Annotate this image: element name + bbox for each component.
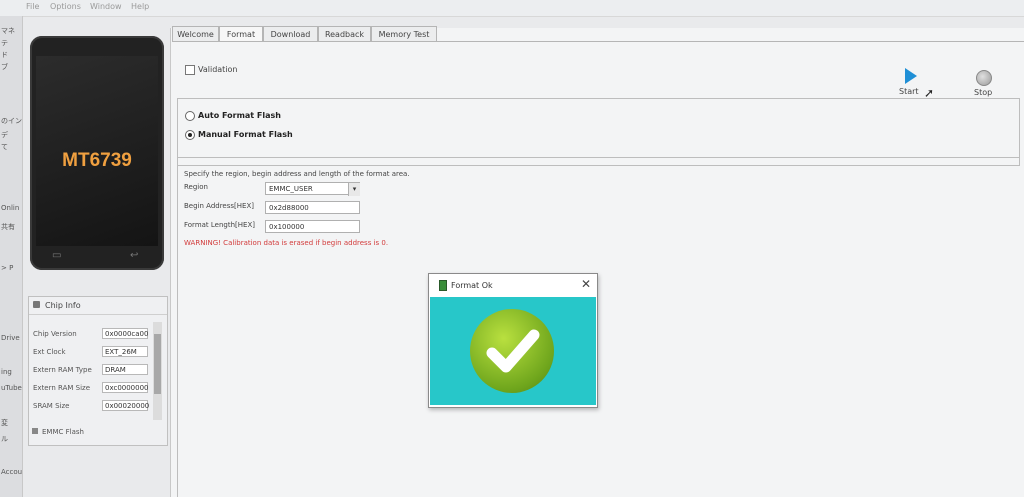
play-icon	[905, 68, 917, 84]
stop-icon[interactable]	[976, 70, 992, 86]
strip-label: ル	[1, 435, 8, 443]
begin-address-input[interactable]: 0x2d88000	[265, 201, 360, 214]
ext-clock-label: Ext Clock	[33, 348, 66, 356]
strip-label: て	[1, 143, 8, 151]
start-label: Start	[899, 87, 919, 96]
sram-size-value: 0x00020000	[102, 400, 149, 411]
auto-format-radio[interactable]	[185, 111, 195, 121]
menu-window[interactable]: Window	[90, 2, 122, 11]
tab-memory-test[interactable]: Memory Test	[371, 26, 437, 41]
strip-label: マネ	[1, 27, 15, 35]
close-icon[interactable]: ✕	[581, 277, 591, 291]
chip-version-value: 0x0000ca00	[102, 328, 148, 339]
tab-welcome[interactable]: Welcome	[172, 26, 219, 41]
strip-label: 共有	[1, 223, 15, 231]
ram-type-label: Extern RAM Type	[33, 366, 92, 374]
validation-checkbox[interactable]	[185, 65, 195, 75]
menu-bar: File Options Window Help	[0, 0, 1024, 17]
dialog-body	[430, 297, 596, 405]
format-options-group	[177, 98, 1020, 166]
format-length-input[interactable]: 0x100000	[265, 220, 360, 233]
auto-format-label: Auto Format Flash	[198, 111, 281, 120]
ram-size-label: Extern RAM Size	[33, 384, 91, 392]
menu-file[interactable]: File	[26, 2, 39, 11]
strip-label: 変	[1, 419, 8, 427]
background-window-strip: マネ テ ド ブ のイン デ て Onlin 共有 > P Drive ing …	[0, 16, 23, 497]
manual-format-label: Manual Format Flash	[198, 130, 293, 139]
chip-info-title: Chip Info	[45, 301, 81, 310]
tab-format[interactable]: Format	[219, 26, 263, 42]
ext-clock-value: EXT_26M	[102, 346, 148, 357]
success-check-icon	[470, 309, 554, 393]
dialog-titlebar[interactable]: Format Ok ✕	[429, 274, 597, 296]
strip-label: ing	[1, 368, 12, 376]
nav-back-icon: ↩	[130, 250, 139, 261]
chevron-down-icon[interactable]: ▾	[348, 183, 360, 196]
menu-help[interactable]: Help	[131, 2, 149, 11]
strip-label: ブ	[1, 63, 8, 71]
device-image: MT6739 ▭ ↩	[30, 36, 164, 270]
chip-icon	[33, 301, 40, 308]
checkmark-icon	[486, 329, 540, 373]
device-model: MT6739	[62, 150, 132, 171]
battery-icon	[439, 280, 447, 291]
stop-label: Stop	[974, 88, 993, 97]
calibration-warning: WARNING! Calibration data is erased if b…	[184, 239, 389, 247]
format-ok-dialog: Format Ok ✕	[428, 273, 598, 408]
scrollbar-thumb[interactable]	[154, 334, 161, 394]
strip-label: テ	[1, 39, 8, 47]
strip-label: uTube	[1, 384, 22, 392]
chip-info-header[interactable]: Chip Info	[29, 297, 167, 315]
chip-info-scrollbar[interactable]	[153, 322, 162, 420]
region-description: Specify the region, begin address and le…	[184, 170, 410, 178]
region-select[interactable]: EMMC_USER	[265, 182, 360, 195]
validation-label: Validation	[198, 65, 238, 74]
tab-readback[interactable]: Readback	[318, 26, 371, 41]
strip-label: デ	[1, 131, 8, 139]
strip-label: ド	[1, 51, 8, 59]
manual-format-radio[interactable]	[185, 130, 195, 140]
ram-type-value: DRAM	[102, 364, 148, 375]
chip-version-label: Chip Version	[33, 330, 77, 338]
flash-icon	[32, 428, 38, 434]
tab-divider	[172, 41, 1024, 42]
tab-download[interactable]: Download	[263, 26, 318, 41]
strip-label: > P	[1, 264, 14, 272]
format-length-label: Format Length[HEX]	[184, 221, 255, 229]
dialog-title: Format Ok	[451, 281, 493, 290]
strip-label: Onlin	[1, 204, 20, 212]
strip-label: のイン	[1, 117, 22, 125]
start-button[interactable]	[900, 68, 920, 84]
sram-size-label: SRAM Size	[33, 402, 70, 410]
menu-options[interactable]: Options	[50, 2, 81, 11]
ram-size-value: 0xc0000000	[102, 382, 149, 393]
begin-address-label: Begin Address[HEX]	[184, 202, 254, 210]
region-label: Region	[184, 183, 208, 191]
emmc-flash-label: EMMC Flash	[42, 428, 84, 436]
nav-recent-icon: ▭	[52, 250, 62, 261]
strip-label: Drive	[1, 334, 20, 342]
strip-label: Accou	[1, 468, 23, 476]
emmc-flash-item[interactable]: EMMC Flash	[32, 428, 84, 436]
